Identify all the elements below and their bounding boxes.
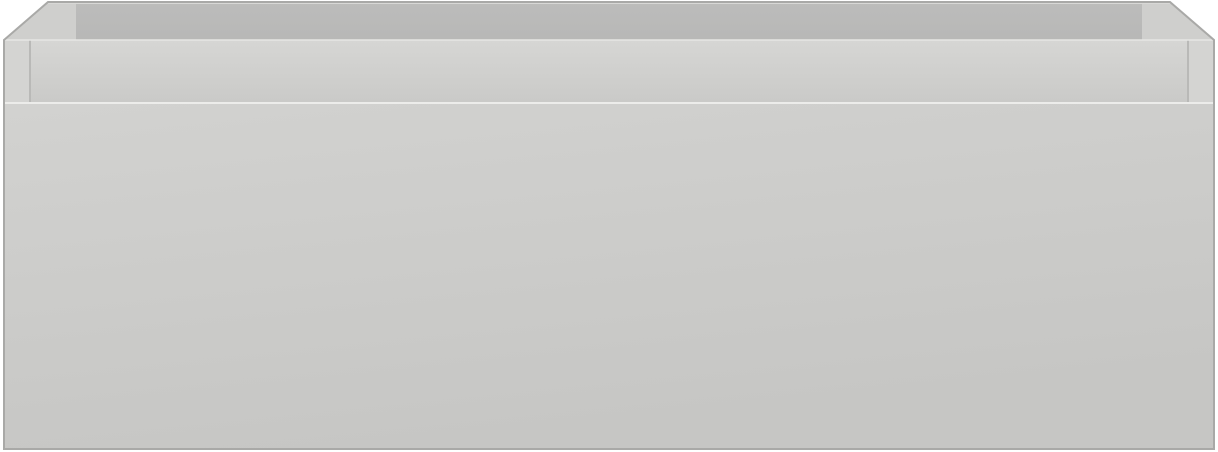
drawer-unit-illustration <box>3 1 1215 450</box>
right-corner-post <box>1188 40 1214 102</box>
left-corner-post <box>4 40 30 102</box>
drawer-unit-render <box>0 0 1218 452</box>
drawer-front-panel <box>4 102 1214 449</box>
inner-box-rim <box>30 40 1188 102</box>
